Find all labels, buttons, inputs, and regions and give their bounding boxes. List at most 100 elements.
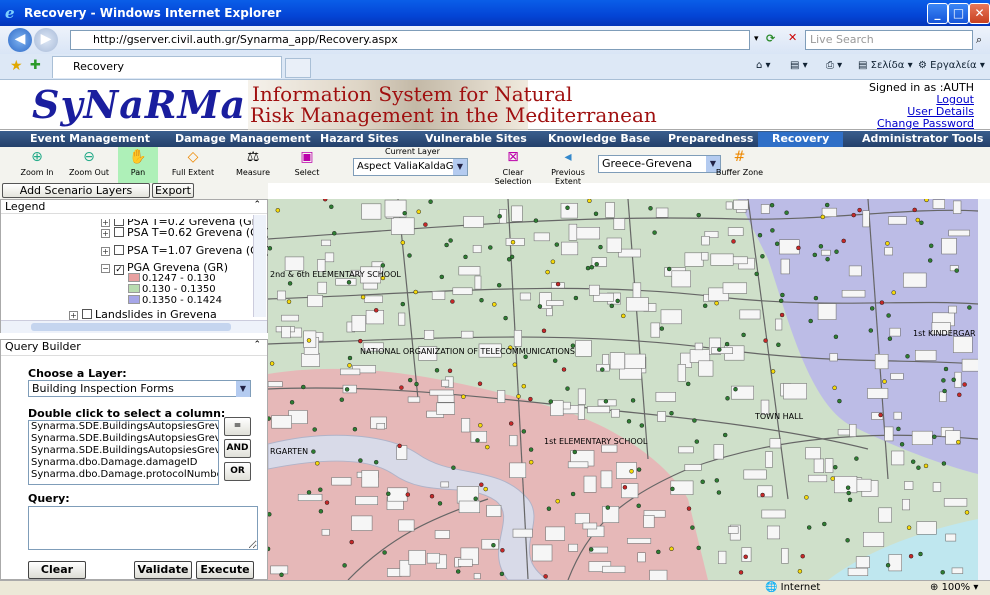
inspection-marker[interactable] xyxy=(776,342,781,348)
inspection-marker[interactable] xyxy=(717,347,722,352)
expand-icon[interactable]: + xyxy=(69,311,78,320)
inspection-marker[interactable] xyxy=(833,464,838,470)
inspection-marker[interactable] xyxy=(722,432,728,438)
zoom-out-tool[interactable]: ⊖ Zoom Out xyxy=(64,147,114,183)
inspection-marker[interactable] xyxy=(439,274,445,280)
inspection-marker[interactable] xyxy=(652,230,657,235)
legend-item-psa-062[interactable]: + PSA T=0.62 Grevena (GR) xyxy=(101,226,271,239)
inspection-marker[interactable] xyxy=(318,487,323,492)
query-textarea[interactable] xyxy=(28,506,258,550)
inspection-marker[interactable] xyxy=(587,199,592,204)
inspection-marker[interactable] xyxy=(954,268,959,273)
inspection-marker[interactable] xyxy=(760,492,765,498)
inspection-marker[interactable] xyxy=(940,570,945,575)
inspection-marker[interactable] xyxy=(400,301,406,307)
inspection-marker[interactable] xyxy=(629,469,634,474)
inspection-marker[interactable] xyxy=(347,363,352,368)
full-extent-tool[interactable]: ◇ Full Extent xyxy=(168,147,218,183)
menu-administrator-tools[interactable]: Administrator Tools xyxy=(862,132,983,145)
inspection-marker[interactable] xyxy=(868,328,874,333)
or-button[interactable]: OR xyxy=(224,462,251,481)
inspection-marker[interactable] xyxy=(648,206,653,211)
inspection-marker[interactable] xyxy=(967,305,972,310)
page-vertical-scrollbar[interactable] xyxy=(978,199,990,580)
inspection-marker[interactable] xyxy=(497,214,502,219)
inspection-marker[interactable] xyxy=(847,497,853,503)
inspection-marker[interactable] xyxy=(478,423,483,428)
list-item[interactable]: Synarma.SDE.BuildingsAutopsiesGrev xyxy=(31,445,218,457)
inspection-marker[interactable] xyxy=(537,304,543,309)
inspection-marker[interactable] xyxy=(845,485,851,490)
inspection-marker[interactable] xyxy=(373,459,379,465)
inspection-marker[interactable] xyxy=(479,297,484,303)
add-favorite-icon[interactable]: ✚ xyxy=(30,58,41,73)
inspection-marker[interactable] xyxy=(491,542,496,548)
menu-vulnerable-sites[interactable]: Vulnerable Sites xyxy=(425,132,527,145)
list-item[interactable]: Synarma.dbo.Damage.damageID xyxy=(31,457,218,469)
map-view[interactable]: 2nd & 6th ELEMENTARY SCHOOL NATIONAL ORG… xyxy=(268,199,978,580)
expand-icon[interactable]: + xyxy=(101,229,110,238)
inspection-marker[interactable] xyxy=(760,254,765,259)
inspection-marker[interactable] xyxy=(451,465,456,470)
current-layer-select[interactable]: Aspect ValiaKaldaGF ▼ xyxy=(353,158,468,176)
list-item[interactable]: Synarma.dbo.Damage.protocolNumber xyxy=(31,469,218,481)
page-menu[interactable]: ▤ Σελίδα ▾ xyxy=(858,60,913,71)
and-button[interactable]: AND xyxy=(224,439,251,458)
inspection-marker[interactable] xyxy=(510,239,516,245)
inspection-marker[interactable] xyxy=(832,385,837,391)
inspection-marker[interactable] xyxy=(956,439,961,445)
change-password-link[interactable]: Change Password xyxy=(869,118,974,130)
inspection-marker[interactable] xyxy=(951,377,956,383)
menu-event-management[interactable]: Event Management xyxy=(30,132,150,145)
inspection-marker[interactable] xyxy=(919,220,924,226)
layer-checkbox[interactable] xyxy=(114,227,124,237)
inspection-marker[interactable] xyxy=(879,300,885,305)
inspection-marker[interactable] xyxy=(521,383,527,389)
inspection-marker[interactable] xyxy=(757,232,763,238)
inspection-marker[interactable] xyxy=(906,525,912,530)
print-icon[interactable]: ⎙ ▾ xyxy=(826,60,842,71)
inspection-marker[interactable] xyxy=(593,211,599,217)
inspection-marker[interactable] xyxy=(941,378,946,383)
inspection-marker[interactable] xyxy=(405,492,411,497)
inspection-marker[interactable] xyxy=(479,482,484,487)
inspection-marker[interactable] xyxy=(414,381,419,387)
inspection-marker[interactable] xyxy=(413,289,418,295)
inspection-marker[interactable] xyxy=(885,241,890,246)
inspection-marker[interactable] xyxy=(516,394,521,399)
inspection-marker[interactable] xyxy=(541,328,547,334)
inspection-marker[interactable] xyxy=(269,361,275,366)
forward-button[interactable]: ▶ xyxy=(34,28,58,52)
inspection-marker[interactable] xyxy=(347,355,353,361)
inspection-marker[interactable] xyxy=(830,476,835,481)
inspection-marker[interactable] xyxy=(496,282,502,288)
inspection-marker[interactable] xyxy=(626,419,632,424)
inspection-marker[interactable] xyxy=(315,461,320,466)
layer-checkbox[interactable] xyxy=(114,245,124,255)
inspection-marker[interactable] xyxy=(301,384,306,390)
inspection-marker[interactable] xyxy=(423,222,428,227)
inspection-marker[interactable] xyxy=(796,245,801,251)
inspection-marker[interactable] xyxy=(869,306,875,311)
inspection-marker[interactable] xyxy=(346,280,352,285)
tools-menu[interactable]: ⚙ Εργαλεία ▾ xyxy=(918,60,985,71)
inspection-marker[interactable] xyxy=(397,443,402,449)
inspection-marker[interactable] xyxy=(622,485,628,490)
inspection-marker[interactable] xyxy=(882,379,887,384)
inspection-marker[interactable] xyxy=(565,386,570,391)
collapse-icon[interactable]: ⌃ xyxy=(253,340,261,350)
inspection-marker[interactable] xyxy=(528,396,533,402)
inspection-marker[interactable] xyxy=(797,569,803,574)
scroll-thumb[interactable] xyxy=(31,323,231,331)
inspection-marker[interactable] xyxy=(279,572,284,578)
inspection-marker[interactable] xyxy=(928,243,934,249)
inspection-marker[interactable] xyxy=(918,551,923,557)
inspection-marker[interactable] xyxy=(512,362,518,367)
inspection-marker[interactable] xyxy=(324,500,330,505)
inspection-marker[interactable] xyxy=(399,385,404,390)
inspection-marker[interactable] xyxy=(473,496,478,501)
inspection-marker[interactable] xyxy=(546,506,552,511)
inspection-marker[interactable] xyxy=(339,397,345,402)
menu-recovery[interactable]: Recovery xyxy=(758,132,844,148)
inspection-marker[interactable] xyxy=(506,257,512,262)
